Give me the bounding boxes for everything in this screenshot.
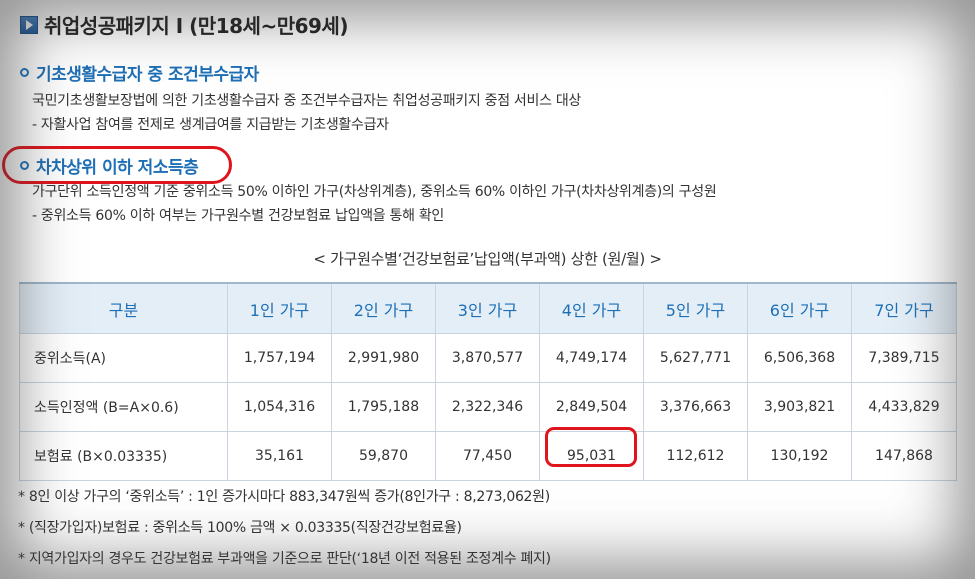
title-arrow-icon (20, 15, 38, 34)
table-caption: < 가구원수별‘건강보험료’납입액(부과액) 상한 (원/월) > (313, 250, 662, 268)
title-row: 취업성공패키지 I (만18세~만69세) (20, 10, 348, 39)
insurance-table: 구분 1인 가구 2인 가구 3인 가구 4인 가구 5인 가구 6인 가구 7… (19, 282, 957, 481)
section-line: - 중위소득 60% 이하 여부는 가구원수별 건강보험료 납입액을 통해 확인 (32, 208, 444, 224)
section-title: 기초생활수급자 중 조건부수급자 (36, 65, 259, 85)
column-header: 6인 가구 (747, 282, 852, 334)
footnote: * 8인 이상 가구의 ‘중위소득’ : 1인 증가시마다 883,347원씩 … (18, 489, 550, 505)
red-circle-annotation (2, 146, 232, 184)
page: 취업성공패키지 I (만18세~만69세) 기초생활수급자 중 조건부수급자 국… (0, 0, 975, 579)
table-cell: 130,192 (747, 431, 852, 481)
footnotes: * 8인 이상 가구의 ‘중위소득’ : 1인 증가시마다 883,347원씩 … (18, 482, 551, 575)
column-header: 5인 가구 (643, 282, 748, 334)
table-cell: 5,627,771 (643, 333, 748, 383)
table-cell: 4,749,174 (539, 333, 644, 383)
row-header: 보험료 (B×0.03335) (19, 431, 228, 481)
footnote: * 지역가입자의 경우도 건강보험료 부과액을 기준으로 판단(‘18년 이전 … (18, 551, 551, 567)
column-header: 7인 가구 (851, 282, 957, 334)
section-line: 국민기초생활보장법에 의한 기초생활수급자 중 조건부수급자는 취업성공패키지 … (32, 93, 581, 109)
column-header: 1인 가구 (227, 282, 332, 334)
table-header-row: 구분 1인 가구 2인 가구 3인 가구 4인 가구 5인 가구 6인 가구 7… (19, 282, 957, 334)
bullet-circle-icon (20, 68, 29, 77)
table-row: 보험료 (B×0.03335) 35,161 59,870 77,450 95,… (19, 431, 957, 481)
table-cell: 112,612 (643, 431, 748, 481)
row-header: 소득인정액 (B=A×0.6) (19, 382, 228, 432)
table-cell: 2,991,980 (331, 333, 436, 383)
table-cell: 1,054,316 (227, 382, 332, 432)
section-line: - 자활사업 참여를 전제로 생계급여를 지급받는 기초생활수급자 (32, 117, 389, 133)
table-cell: 77,450 (435, 431, 540, 481)
footnote: * (직장가입자)보험료 : 중위소득 100% 금액 × 0.03335(직장… (18, 520, 462, 536)
column-header: 2인 가구 (331, 282, 436, 334)
table-cell: 147,868 (851, 431, 957, 481)
table-cell: 7,389,715 (851, 333, 957, 383)
table-row: 소득인정액 (B=A×0.6) 1,054,316 1,795,188 2,32… (19, 382, 957, 432)
column-header: 구분 (19, 282, 228, 334)
table-cell: 6,506,368 (747, 333, 852, 383)
table-cell: 2,322,346 (435, 382, 540, 432)
table-row: 중위소득(A) 1,757,194 2,991,980 3,870,577 4,… (19, 333, 957, 383)
table-cell: 3,870,577 (435, 333, 540, 383)
column-header: 3인 가구 (435, 282, 540, 334)
table-cell: 2,849,504 (539, 382, 644, 432)
column-header: 4인 가구 (539, 282, 644, 334)
table-cell: 59,870 (331, 431, 436, 481)
page-title: 취업성공패키지 I (만18세~만69세) (44, 14, 348, 38)
section-conditional-recipients: 기초생활수급자 중 조건부수급자 국민기초생활보장법에 의한 기초생활수급자 중… (20, 60, 581, 137)
table-cell: 1,795,188 (331, 382, 436, 432)
table-cell: 3,376,663 (643, 382, 748, 432)
table-cell: 1,757,194 (227, 333, 332, 383)
table-cell: 3,903,821 (747, 382, 852, 432)
section-heading: 기초생활수급자 중 조건부수급자 (20, 60, 581, 85)
red-highlight-box (545, 427, 637, 467)
table-cell: 35,161 (227, 431, 332, 481)
table-cell: 4,433,829 (851, 382, 957, 432)
row-header: 중위소득(A) (19, 333, 228, 383)
